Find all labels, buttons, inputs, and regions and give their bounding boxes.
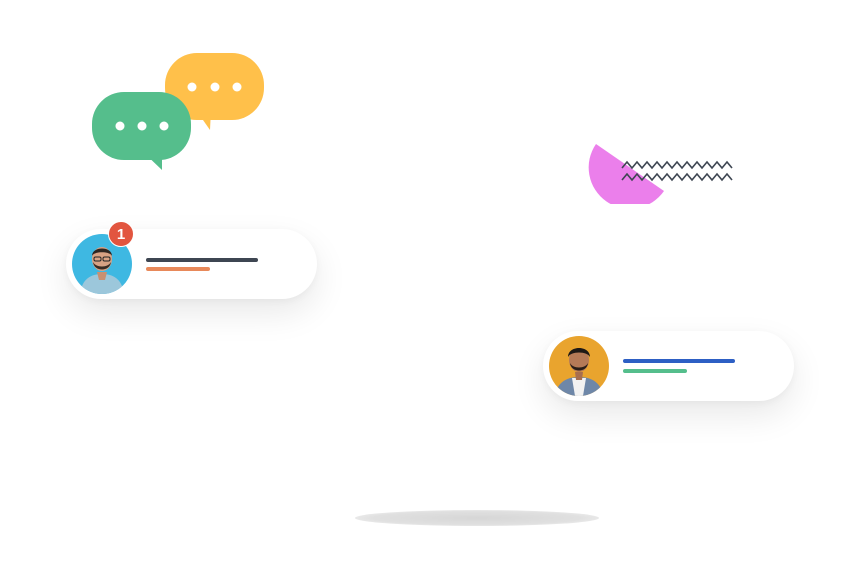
message-line-primary — [146, 258, 258, 262]
message-line-secondary — [623, 369, 687, 373]
contact-card[interactable]: 1 — [66, 221, 317, 299]
zigzag-line — [621, 160, 733, 170]
floor-shadow — [355, 510, 599, 526]
green-bubble — [92, 92, 191, 170]
notification-badge: 1 — [108, 221, 134, 247]
chat-bubbles-icon — [88, 50, 273, 175]
avatar — [549, 336, 609, 396]
message-line-primary — [623, 359, 735, 363]
decorative-shape — [588, 138, 740, 209]
message-line-secondary — [146, 267, 210, 271]
contact-card[interactable] — [543, 331, 794, 401]
avatar-man-jacket-icon — [549, 336, 609, 396]
